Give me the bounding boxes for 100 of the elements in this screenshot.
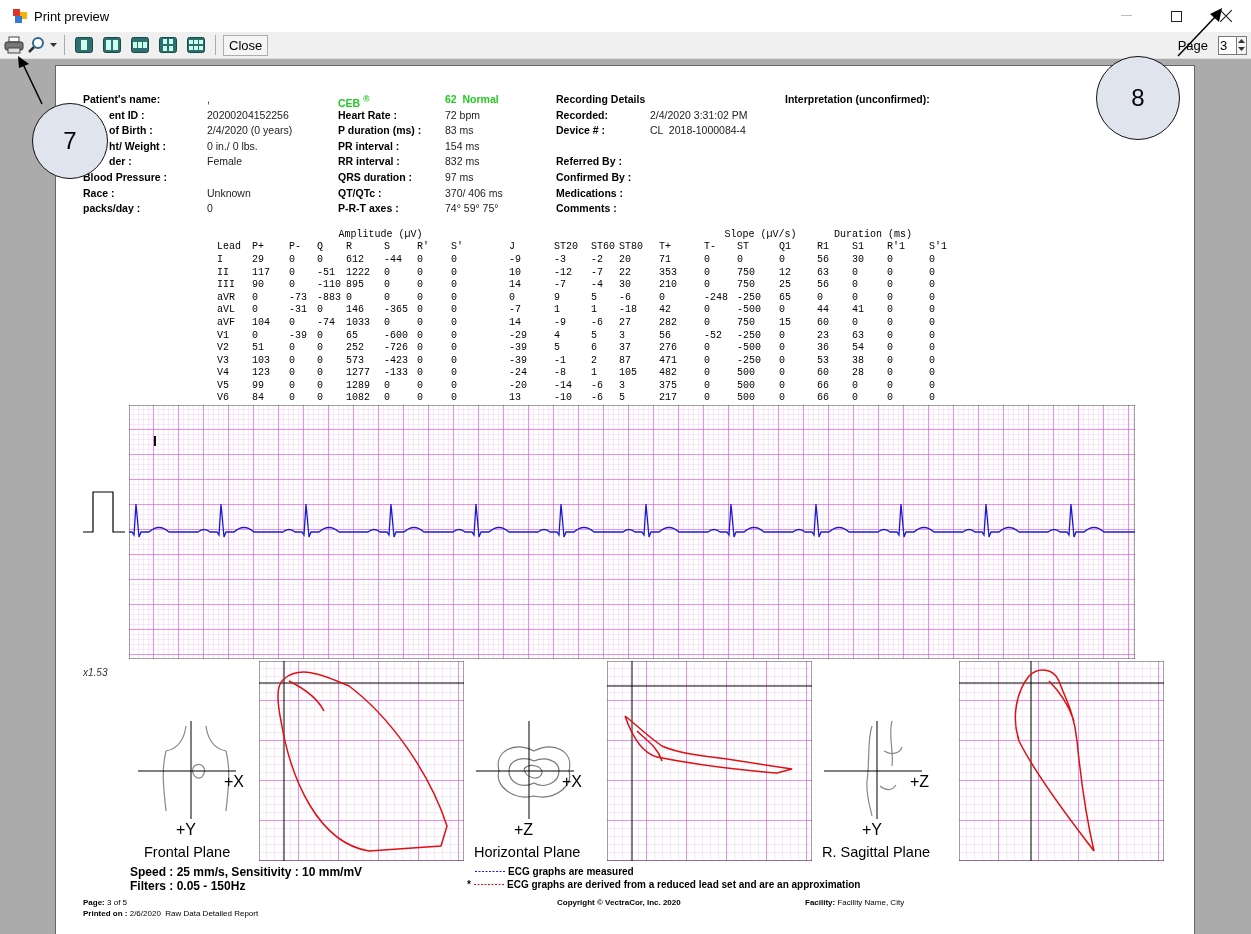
printed-label: Printed on : [83,909,128,919]
field-value: 0 in./ 0 lbs. [207,138,259,154]
table-cell-text: 0 [779,354,786,368]
page-number-field[interactable]: 3 [1218,35,1236,55]
table-cell-text: 500 [737,392,756,406]
column-header: S1 [852,241,865,254]
table-cell-text: aVL [217,304,236,317]
table-cell-text: 500 [737,379,756,393]
table-cell-text: 0 [252,304,259,317]
table-cell-text: 5 [591,291,598,305]
close-button[interactable]: Close [223,34,269,56]
table-cell-text: 60 [817,316,830,330]
column-header: S [384,241,391,254]
table-cell-text: -20 [509,379,528,393]
table-cell-text: 276 [659,342,678,355]
axis-label: +X [562,773,582,791]
table-cell-text: 0 [929,279,936,292]
table-cell-text: -248 [704,291,729,305]
table-cell-text: 4 [554,329,561,343]
close-icon[interactable] [1220,10,1232,22]
table-cell-text: 0 [451,354,458,368]
table-cell-text: 0 [704,342,711,355]
column-header: T+ [659,241,672,254]
field-value: 2/4/2020 3:31:02 PM [650,107,749,123]
printer-icon[interactable] [4,36,24,54]
field-value: Female [207,154,243,170]
four-page-icon[interactable] [159,37,177,53]
table-cell-text: 0 [451,253,458,267]
column-header: R [346,241,353,254]
table-cell-text: -600 [384,329,409,343]
table-cell-text: 0 [417,304,424,317]
table-cell-text: 0 [451,329,458,343]
table-cell-text: 63 [817,266,830,280]
section-title: Interpretation (unconfirmed): [785,92,930,107]
table-cell-text: -10 [554,392,573,406]
table-cell-text: 5 [591,329,598,343]
table-cell-text: 750 [737,279,756,292]
table-cell-text: 6 [591,342,598,355]
table-cell-text: 12 [779,266,792,280]
table-cell-text: 0 [317,329,324,343]
table-cell-text: 0 [779,304,786,317]
three-page-icon[interactable] [131,37,149,53]
column-header: R'1 [887,241,906,254]
table-cell-text: 0 [289,316,296,330]
table-cell-text: 0 [779,392,786,406]
magnifier-icon[interactable] [28,36,46,54]
table-cell-text: 0 [887,329,894,343]
maximize-icon[interactable] [1170,10,1182,22]
table-cell-text: -6 [591,316,604,330]
axis-label: +Y [862,821,882,839]
table-cell-text: 0 [929,329,936,343]
asterisk: * [467,878,471,892]
table-cell-text: -2 [591,253,604,267]
table-cell-text: 0 [289,379,296,393]
one-page-icon[interactable] [75,37,93,53]
table-cell-text: 217 [659,392,678,406]
six-page-icon[interactable] [187,37,205,53]
table-cell-text: -6 [619,291,632,305]
table-cell-text: 0 [451,304,458,317]
printed-value: 2/6/2020 Raw Data Detailed Report [129,909,259,919]
table-cell-text: 0 [317,379,324,393]
table-cell-text: 0 [451,266,458,280]
table-cell-text: 90 [252,279,265,292]
caret-icon[interactable] [50,43,57,47]
table-cell-text: 2 [591,354,598,368]
table-cell-text: 0 [887,354,894,368]
field-label: der : [108,154,133,170]
table-cell-text: 71 [659,253,672,267]
column-header: P- [289,241,302,254]
table-cell-text: 1033 [346,316,371,330]
column-header: ST60 [591,241,616,254]
table-cell-text: 117 [252,266,271,280]
table-cell-text: 0 [887,304,894,317]
column-header: R1 [817,241,830,254]
table-cell-text: 0 [852,392,859,406]
table-cell-text: III [217,279,236,292]
table-cell-text: -14 [554,379,573,393]
two-page-icon[interactable] [103,37,121,53]
table-cell-text: 56 [659,329,672,343]
table-cell-text: 0 [704,354,711,368]
field-value: Unknown [207,185,252,201]
table-cell-text: V5 [217,379,230,393]
field-value: 97 ms [445,169,475,185]
table-cell-text: 20 [619,253,632,267]
table-cell-text: 14 [509,316,522,330]
table-cell-text: 0 [929,304,936,317]
table-cell-text: 252 [346,342,365,355]
field-value: 72 bpm [445,107,482,123]
field-label: ht/ Weight : [108,138,167,154]
spin-buttons[interactable] [1236,35,1247,55]
axis-label: +Y [176,821,196,839]
scale-label: x1.53 [83,667,109,679]
field-label: PR interval : [338,138,401,154]
table-cell-text: 0 [317,342,324,355]
table-cell-text: -29 [509,329,528,343]
field-label: Medications : [556,185,625,201]
table-cell-text: 0 [451,316,458,330]
table-cell-text: 0 [704,392,711,406]
table-cell-text: 0 [704,367,711,380]
table-cell-text: 0 [417,367,424,380]
